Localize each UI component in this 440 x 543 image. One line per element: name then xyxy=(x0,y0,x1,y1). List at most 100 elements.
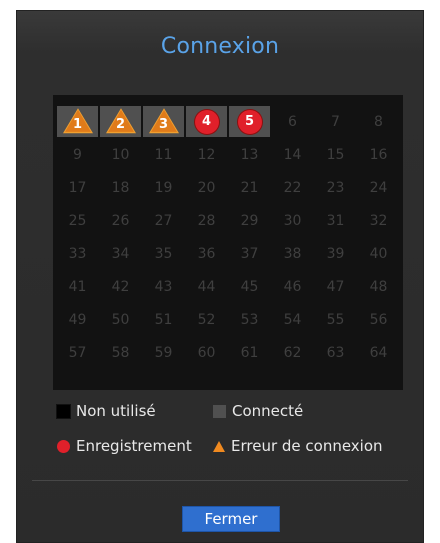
channel-cell: 21 xyxy=(228,171,271,204)
legend-connected-label: Connecté xyxy=(232,402,304,420)
channel-cell: 54 xyxy=(271,303,314,336)
channel-cell: 33 xyxy=(56,237,99,270)
channel-cell: 14 xyxy=(271,138,314,171)
channel-cell: 40 xyxy=(357,237,400,270)
channel-cell: 32 xyxy=(357,204,400,237)
channel-cell: 5 xyxy=(229,106,270,137)
channel-number: 63 xyxy=(326,344,345,361)
legend-error-label: Erreur de connexion xyxy=(231,437,383,455)
channel-cell: 36 xyxy=(185,237,228,270)
channel-cell: 28 xyxy=(185,204,228,237)
channel-cell: 45 xyxy=(228,270,271,303)
channel-number: 53 xyxy=(240,311,259,328)
channel-cell: 17 xyxy=(56,171,99,204)
channel-number: 55 xyxy=(326,311,345,328)
channel-cell: 59 xyxy=(142,336,185,369)
channel-number: 43 xyxy=(154,278,173,295)
channel-cell: 41 xyxy=(56,270,99,303)
channel-number: 58 xyxy=(111,344,130,361)
legend-connected: Connecté xyxy=(213,402,303,420)
channel-cell: 56 xyxy=(357,303,400,336)
channel-number: 62 xyxy=(283,344,302,361)
channel-grid-panel: 1 2 3 4 5 6 7 8 9 10 11 12 13 14 15 16 17 18 19 20 21 22 23 24 2… xyxy=(53,95,403,390)
channel-number: 2 xyxy=(115,117,126,132)
channel-number: 19 xyxy=(154,179,173,196)
channel-cell: 6 xyxy=(271,105,314,138)
channel-number: 17 xyxy=(68,179,87,196)
connection-dialog: Connexion 1 2 3 4 5 6 7 8 9 10 11 12 13 14 15 16 17 18 19 2… xyxy=(16,10,424,543)
channel-number: 57 xyxy=(68,344,87,361)
channel-cell: 31 xyxy=(314,204,357,237)
channel-number: 39 xyxy=(326,245,345,262)
channel-number: 9 xyxy=(73,146,82,163)
channel-number: 15 xyxy=(326,146,345,163)
channel-cell: 43 xyxy=(142,270,185,303)
channel-number: 6 xyxy=(288,113,297,130)
channel-cell: 38 xyxy=(271,237,314,270)
channel-cell: 19 xyxy=(142,171,185,204)
channel-number: 26 xyxy=(111,212,130,229)
legend-unused-label: Non utilisé xyxy=(76,402,156,420)
channel-cell: 64 xyxy=(357,336,400,369)
channel-number: 30 xyxy=(283,212,302,229)
recording-dot-icon xyxy=(57,439,70,453)
channel-number: 18 xyxy=(111,179,130,196)
channel-number: 32 xyxy=(369,212,388,229)
close-button[interactable]: Fermer xyxy=(182,506,280,532)
channel-number: 29 xyxy=(240,212,259,229)
channel-number: 47 xyxy=(326,278,345,295)
channel-cell: 49 xyxy=(56,303,99,336)
channel-number: 11 xyxy=(154,146,173,163)
channel-number: 13 xyxy=(240,146,259,163)
channel-number: 35 xyxy=(154,245,173,262)
channel-number: 7 xyxy=(331,113,340,130)
channel-cell: 4 xyxy=(186,106,227,137)
channel-number: 41 xyxy=(68,278,87,295)
channel-grid: 1 2 3 4 5 6 7 8 9 10 11 12 13 14 15 16 17 18 19 20 21 22 23 24 2… xyxy=(56,105,400,369)
channel-number: 59 xyxy=(154,344,173,361)
channel-number: 14 xyxy=(283,146,302,163)
channel-number: 40 xyxy=(369,245,388,262)
channel-cell: 22 xyxy=(271,171,314,204)
channel-number: 22 xyxy=(283,179,302,196)
channel-cell: 26 xyxy=(99,204,142,237)
channel-cell: 53 xyxy=(228,303,271,336)
channel-number: 12 xyxy=(197,146,216,163)
channel-cell: 52 xyxy=(185,303,228,336)
channel-cell: 13 xyxy=(228,138,271,171)
channel-cell: 60 xyxy=(185,336,228,369)
channel-number: 8 xyxy=(374,113,383,130)
channel-cell: 51 xyxy=(142,303,185,336)
legend-unused: Non utilisé xyxy=(57,402,156,420)
channel-number: 20 xyxy=(197,179,216,196)
channel-number: 51 xyxy=(154,311,173,328)
channel-cell: 20 xyxy=(185,171,228,204)
channel-cell: 15 xyxy=(314,138,357,171)
channel-number: 52 xyxy=(197,311,216,328)
legend-error: Erreur de connexion xyxy=(213,437,383,455)
channel-number: 56 xyxy=(369,311,388,328)
channel-cell: 8 xyxy=(357,105,400,138)
channel-cell: 35 xyxy=(142,237,185,270)
channel-number: 37 xyxy=(240,245,259,262)
channel-number: 36 xyxy=(197,245,216,262)
channel-cell: 57 xyxy=(56,336,99,369)
channel-cell: 42 xyxy=(99,270,142,303)
channel-cell: 10 xyxy=(99,138,142,171)
channel-number: 24 xyxy=(369,179,388,196)
divider xyxy=(32,480,408,481)
channel-cell: 25 xyxy=(56,204,99,237)
channel-cell: 50 xyxy=(99,303,142,336)
channel-number: 48 xyxy=(369,278,388,295)
channel-number: 46 xyxy=(283,278,302,295)
channel-cell: 55 xyxy=(314,303,357,336)
channel-cell: 47 xyxy=(314,270,357,303)
channel-number: 1 xyxy=(72,117,83,132)
unused-swatch-icon xyxy=(57,404,70,418)
channel-cell: 16 xyxy=(357,138,400,171)
channel-cell: 23 xyxy=(314,171,357,204)
channel-cell: 29 xyxy=(228,204,271,237)
legend-recording-label: Enregistrement xyxy=(76,437,192,455)
channel-cell: 39 xyxy=(314,237,357,270)
channel-number: 50 xyxy=(111,311,130,328)
